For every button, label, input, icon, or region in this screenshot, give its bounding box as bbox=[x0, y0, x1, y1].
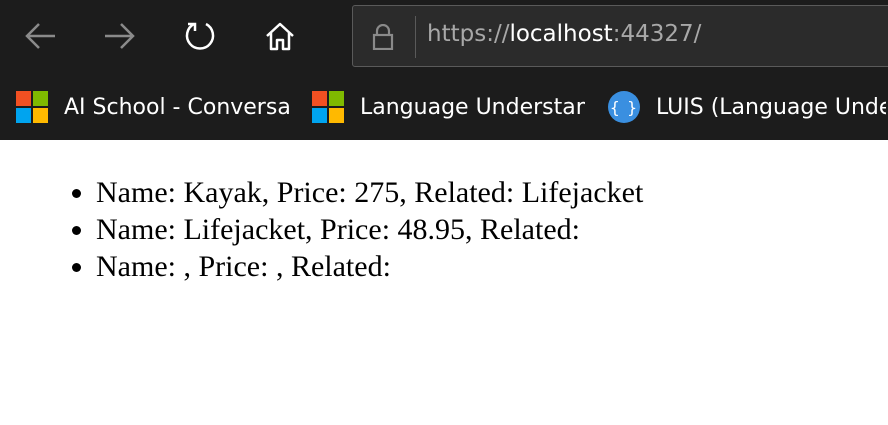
list-item: Name: Lifejacket, Price: 48.95, Related: bbox=[96, 211, 643, 248]
list-item: Name: Kayak, Price: 275, Related: Lifeja… bbox=[96, 174, 643, 211]
refresh-icon bbox=[185, 22, 215, 50]
favorite-ai-school[interactable]: AI School - Conversational bbox=[16, 91, 289, 123]
forward-arrow-icon bbox=[105, 23, 135, 49]
forward-button[interactable] bbox=[100, 16, 140, 56]
lock-icon bbox=[372, 24, 394, 50]
address-url[interactable]: https://localhost:44327/ bbox=[427, 21, 701, 47]
home-button[interactable] bbox=[260, 16, 300, 56]
favorite-label: Language Understanding bbox=[360, 94, 585, 120]
url-host: localhost bbox=[509, 21, 613, 47]
back-arrow-icon bbox=[25, 23, 55, 49]
home-icon bbox=[266, 22, 294, 51]
url-port-path: :44327/ bbox=[612, 21, 702, 47]
url-scheme: https:// bbox=[427, 21, 510, 47]
address-bar[interactable]: https://localhost:44327/ bbox=[352, 5, 888, 67]
braces-icon: { } bbox=[608, 91, 640, 123]
list-item: Name: , Price: , Related: bbox=[96, 248, 643, 285]
browser-toolbar: https://localhost:44327/ bbox=[0, 0, 888, 72]
back-button[interactable] bbox=[20, 16, 60, 56]
microsoft-logo-icon bbox=[16, 91, 48, 123]
favorite-language-understanding[interactable]: Language Understanding bbox=[312, 91, 585, 123]
refresh-button[interactable] bbox=[180, 16, 220, 56]
favorite-label: AI School - Conversational bbox=[64, 94, 289, 120]
product-list: Name: Kayak, Price: 275, Related: Lifeja… bbox=[52, 174, 643, 285]
microsoft-logo-icon bbox=[312, 91, 344, 123]
favorite-label: LUIS (Language Understanding) bbox=[656, 94, 886, 120]
favorites-bar: AI School - Conversational Language Unde… bbox=[0, 72, 888, 140]
browser-chrome: https://localhost:44327/ AI School - Con… bbox=[0, 0, 888, 140]
favorite-luis[interactable]: { } LUIS (Language Understanding) bbox=[608, 91, 886, 123]
address-separator bbox=[415, 16, 416, 58]
